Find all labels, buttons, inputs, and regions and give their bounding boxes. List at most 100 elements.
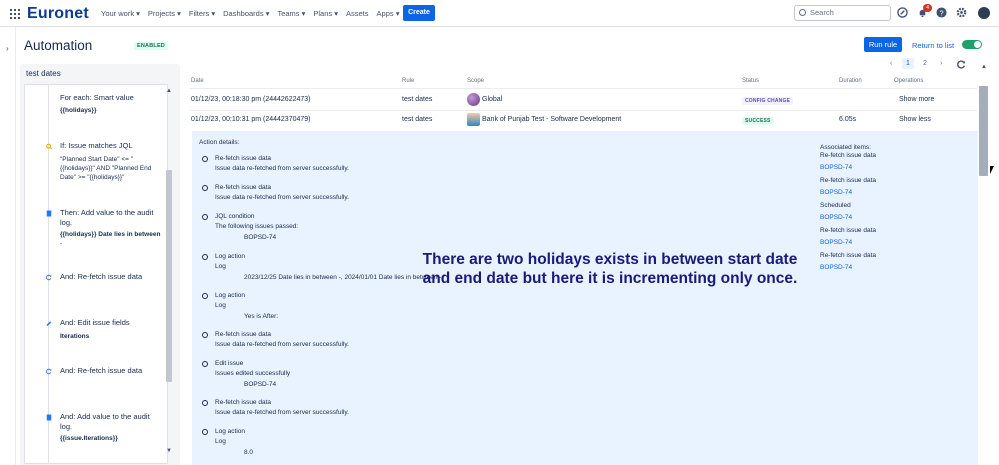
top-navigation-bar: Euronet Your work ▾ Projects ▾ Filters ▾… xyxy=(0,0,999,27)
nav-apps[interactable]: Apps ▾ xyxy=(377,9,400,18)
info-icon xyxy=(202,214,208,220)
component-detail: "Planned Start Date" <= "{{holidays}}" A… xyxy=(60,156,152,181)
run-rule-button[interactable]: Run rule xyxy=(864,37,902,52)
action-title: Edit issue xyxy=(215,360,244,367)
nav-assets[interactable]: Assets xyxy=(346,9,369,18)
search-input[interactable]: Search xyxy=(794,5,891,21)
notification-count-badge: 4 xyxy=(923,4,932,12)
column-header-rule: Rule xyxy=(402,78,415,84)
return-to-list-link[interactable]: Return to list xyxy=(912,41,954,50)
scroll-up-arrow-icon[interactable]: ▲ xyxy=(166,88,172,94)
action-detail: The following issues passed: xyxy=(215,223,299,230)
rule-component-refetch[interactable]: And: Re-fetch issue data xyxy=(25,366,167,391)
info-icon xyxy=(202,361,208,367)
rule-list-scrollbar[interactable] xyxy=(166,170,172,382)
pager-page-2[interactable]: 2 xyxy=(923,60,927,67)
pager-prev[interactable]: ‹ xyxy=(890,60,892,67)
help-icon[interactable]: ? xyxy=(936,7,947,18)
rule-component-refetch[interactable]: And: Re-fetch issue data xyxy=(25,272,167,297)
rule-component-for-each[interactable]: For each: Smart value {{holidays}} xyxy=(25,93,167,123)
action-detail: Log xyxy=(215,438,226,445)
sidebar-collapsed: › xyxy=(0,27,16,465)
page-scrollbar[interactable] xyxy=(979,86,988,176)
page-scroll-up-arrow-icon[interactable]: ▲ xyxy=(981,64,987,70)
action-value: BOPSD-74 xyxy=(244,234,277,241)
rule-enabled-toggle[interactable] xyxy=(962,40,982,49)
associated-items-title: Associated items: xyxy=(820,144,871,151)
status-badge: SUCCESS xyxy=(742,117,774,125)
info-icon xyxy=(202,293,208,299)
avatar[interactable] xyxy=(978,7,990,19)
associated-issue-link[interactable]: BOPSD-74 xyxy=(820,214,852,221)
refresh-icon xyxy=(46,368,52,375)
associated-label: Scheduled xyxy=(820,202,851,209)
apps-grid-icon[interactable] xyxy=(10,9,20,19)
rule-component-edit-issue[interactable]: And: Edit issue fields Iterations xyxy=(25,318,167,343)
associated-issue-link[interactable]: BOPSD-74 xyxy=(820,264,852,271)
info-icon xyxy=(202,429,208,435)
compass-icon[interactable] xyxy=(897,7,908,18)
component-title: And: Re-fetch issue data xyxy=(60,366,143,375)
settings-icon[interactable] xyxy=(956,7,967,18)
component-detail: Iterations xyxy=(60,333,90,340)
action-detail: Issue data re-fetched from server succes… xyxy=(215,165,349,172)
euronet-logo[interactable]: Euronet xyxy=(27,5,89,23)
search-icon xyxy=(799,9,806,16)
column-header-scope: Scope xyxy=(467,78,485,84)
expand-sidebar-chevron-icon[interactable]: › xyxy=(6,44,9,53)
nav-your-work[interactable]: Your work ▾ xyxy=(101,9,140,18)
create-button[interactable]: Create xyxy=(403,5,435,21)
component-detail: {{holidays}} xyxy=(60,107,97,114)
action-value: BOPSD-74 xyxy=(244,381,277,388)
nav-plans[interactable]: Plans ▾ xyxy=(313,9,338,18)
document-icon xyxy=(46,210,52,217)
status-badge: CONFIG CHANGE xyxy=(742,97,794,105)
associated-issue-link[interactable]: BOPSD-74 xyxy=(820,189,852,196)
audit-row-scope: Global xyxy=(482,96,503,103)
rule-component-jql-condition[interactable]: If: Issue matches JQL "Planned Start Dat… xyxy=(25,141,167,196)
action-detail: Log xyxy=(215,263,226,270)
pager-next[interactable]: › xyxy=(940,60,942,67)
associated-label: Re-fetch issue data xyxy=(820,177,877,184)
rule-component-audit-log[interactable]: Then: Add value to the audit log. {{holi… xyxy=(25,208,167,253)
component-title: And: Edit issue fields xyxy=(60,318,130,327)
svg-text:?: ? xyxy=(939,8,943,17)
rule-builder-panel: test dates For each: Smart value {{holid… xyxy=(20,64,180,465)
info-icon xyxy=(202,156,208,162)
info-icon xyxy=(202,185,208,191)
action-detail: Issue data re-fetched from server succes… xyxy=(215,341,349,348)
show-less-link[interactable]: Show less xyxy=(899,116,931,123)
table-row-divider xyxy=(190,110,977,111)
pencil-icon xyxy=(46,321,52,326)
nav-dashboards[interactable]: Dashboards ▾ xyxy=(223,9,269,18)
action-title: Re-fetch issue data xyxy=(215,184,272,191)
nav-filters[interactable]: Filters ▾ xyxy=(189,9,215,18)
nav-teams[interactable]: Teams ▾ xyxy=(277,9,305,18)
associated-issue-link[interactable]: BOPSD-74 xyxy=(820,164,852,171)
component-detail: {{holidays}} Date lies in between - xyxy=(60,230,162,248)
scroll-down-arrow-icon[interactable]: ▼ xyxy=(166,448,172,454)
refresh-icon[interactable] xyxy=(957,60,966,69)
mouse-cursor xyxy=(990,166,994,174)
nav-projects[interactable]: Projects ▾ xyxy=(148,9,181,18)
action-detail: Issues edited successfully xyxy=(215,370,291,377)
pager-current-page[interactable]: 1 xyxy=(902,58,914,69)
rule-component-list: For each: Smart value {{holidays}} If: I… xyxy=(24,84,168,464)
action-detail: Issue data re-fetched from server succes… xyxy=(215,194,349,201)
associated-issue-link[interactable]: BOPSD-74 xyxy=(820,239,852,246)
rule-component-audit-log[interactable]: And: Add value to the audit log. {{issue… xyxy=(25,412,167,447)
globe-icon xyxy=(467,93,480,106)
component-detail-bold: {{holidays}} Date lies in between xyxy=(60,231,161,238)
annotation-text: There are two holidays exists in between… xyxy=(422,251,798,287)
column-header-status: Status xyxy=(742,78,760,84)
action-title: Log action xyxy=(215,292,245,299)
action-value: 2023/12/25 Date lies in between -, 2024/… xyxy=(244,274,442,281)
audit-row-rule: test dates xyxy=(402,116,433,123)
table-divider xyxy=(190,88,977,89)
show-more-link[interactable]: Show more xyxy=(899,96,934,103)
audit-row-scope: Bank of Punjab Test - Software Developme… xyxy=(482,116,622,123)
audit-row-date: 01/12/23, 00:10:31 pm (24442370479) xyxy=(191,116,311,123)
action-value: Yes is After: xyxy=(244,313,279,320)
component-title: And: Re-fetch issue data xyxy=(60,272,143,281)
audit-row-date: 01/12/23, 00:18:30 pm (24442622473) xyxy=(191,96,311,103)
